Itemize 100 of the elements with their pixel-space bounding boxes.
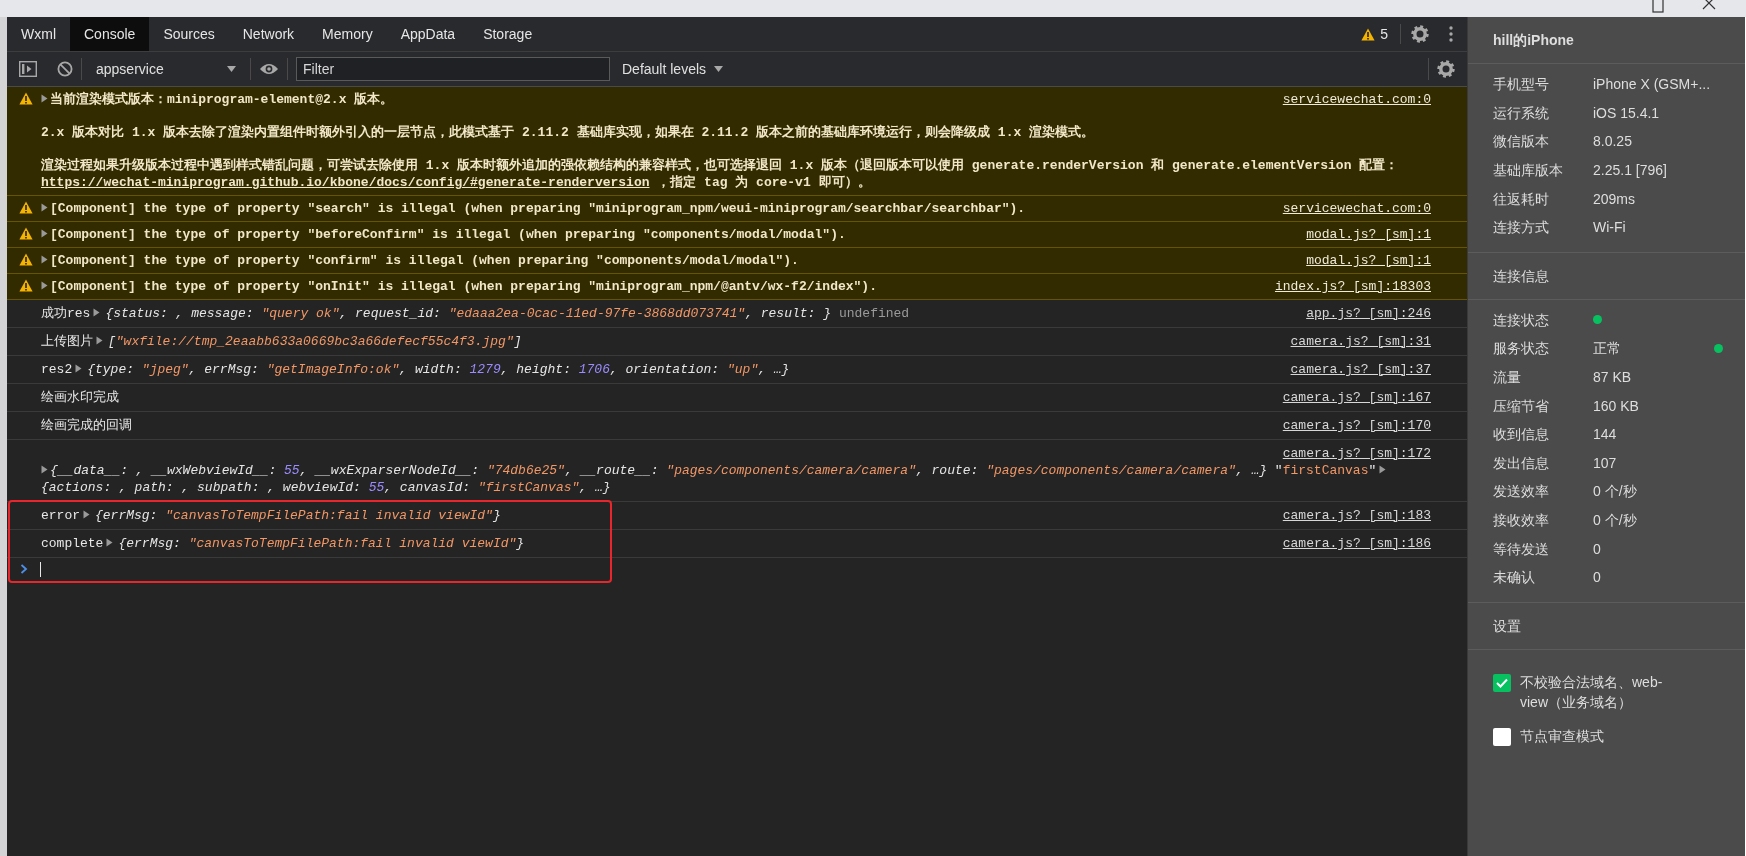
info-value: Wi-Fi	[1593, 218, 1626, 237]
source-link[interactable]: camera.js? [sm]:186	[1282, 535, 1431, 552]
option-label: 不校验合法域名、web-view（业务域名）	[1520, 672, 1664, 712]
message-text: 成功res	[41, 305, 91, 322]
source-link[interactable]: app.js? [sm]:246	[1306, 305, 1431, 322]
info-value: 209ms	[1593, 189, 1636, 208]
message-text: 当前渲染模式版本：miniprogram-element@2.x 版本。	[50, 91, 394, 108]
expand-arrow-icon[interactable]	[96, 336, 103, 346]
info-value: 0 个/秒	[1593, 511, 1637, 529]
expand-arrow-icon[interactable]	[83, 510, 90, 520]
expand-arrow-icon[interactable]	[41, 203, 48, 213]
info-value: 0	[1593, 568, 1601, 587]
info-label: 连接状态	[1493, 310, 1550, 329]
source-link[interactable]: camera.js? [sm]:172	[1282, 445, 1431, 462]
info-label: 发送效率	[1493, 482, 1550, 501]
info-label: 压缩节省	[1493, 396, 1550, 415]
warning-count: 5	[1380, 26, 1388, 42]
checkmark-icon	[1496, 677, 1508, 688]
tab[interactable]: Memory	[308, 17, 387, 51]
info-value: 8.0.25	[1593, 132, 1632, 151]
expand-arrow-icon[interactable]	[106, 538, 114, 548]
text-cursor	[40, 561, 41, 577]
expand-arrow-icon[interactable]	[75, 364, 83, 374]
message-text: [Component] the type of property "onInit" is illegal (when preparing "miniprogram_npm/@antv/wx-f2/index").	[50, 278, 877, 295]
filter-field[interactable]: Filter	[296, 57, 610, 81]
message-text: {errMsg: "canvasToTempFilePath:fail invalid viewId"}	[118, 535, 525, 552]
message-text: {actions: , path: , subpath: , webviewId: 55, canvasId: "firstCanvas", …}	[41, 479, 611, 496]
message-text: res2	[41, 361, 73, 378]
source-link[interactable]: camera.js? [sm]:37	[1290, 361, 1431, 378]
more-icon[interactable]	[1449, 26, 1453, 42]
info-value: iPhone X (GSM+...	[1593, 75, 1711, 94]
info-label: 发出信息	[1493, 453, 1550, 472]
expand-arrow-icon[interactable]	[41, 229, 48, 239]
expand-arrow-icon[interactable]	[1379, 465, 1387, 475]
message-text: 2.x 版本对比 1.x 版本去除了渲染内置组件时额外引入的一层节点，此模式基于 2.11.2 基础库实现，如果在 2.11.2 版本之前的基础库环境运行，则会降级成 1.x 渲染模式。	[41, 124, 1095, 141]
info-value: 107	[1593, 453, 1617, 472]
source-link[interactable]: servicewechat.com:0	[1282, 91, 1431, 108]
tab[interactable]: Network	[228, 17, 309, 51]
checkbox[interactable]	[1493, 673, 1511, 692]
message-text: 绘画完成的回调	[41, 417, 132, 434]
message-text: error	[41, 507, 80, 524]
info-label: 连接方式	[1493, 218, 1550, 237]
link[interactable]: https://wechat-miniprogram.github.io/kbone/docs/config/#generate-renderversion	[41, 175, 650, 190]
source-link[interactable]: modal.js? [sm]:1	[1306, 252, 1431, 269]
checkbox[interactable]	[1493, 727, 1511, 746]
context-select[interactable]: appservice	[90, 56, 242, 82]
message-text: [Component] the type of property "search" is illegal (when preparing "miniprogram_npm/weui-miniprogram/searchbar/searchbar").	[50, 200, 1026, 217]
tab[interactable]: Console	[70, 17, 150, 51]
tab[interactable]: Wxml	[7, 17, 70, 51]
clear-icon[interactable]	[57, 61, 73, 77]
tab[interactable]: Storage	[469, 17, 547, 51]
info-label: 未确认	[1493, 568, 1536, 587]
info-value: iOS 15.4.1	[1593, 103, 1660, 122]
source-link[interactable]: camera.js? [sm]:167	[1282, 389, 1431, 406]
prompt-chevron-icon	[20, 564, 28, 574]
info-label: 等待发送	[1493, 539, 1550, 558]
expand-arrow-icon[interactable]	[41, 281, 48, 291]
sidebar-toggle-icon[interactable]	[19, 61, 37, 77]
warning-icon	[19, 279, 33, 292]
section-title: 连接信息	[1468, 252, 1745, 300]
warning-icon	[19, 201, 33, 214]
info-label: 基础库版本	[1493, 161, 1564, 180]
source-link[interactable]: camera.js? [sm]:170	[1282, 417, 1431, 434]
settings-icon[interactable]	[1437, 60, 1455, 78]
expand-arrow-icon[interactable]	[41, 255, 48, 265]
message-text: 绘画水印完成	[41, 389, 119, 406]
info-label: 手机型号	[1493, 75, 1550, 94]
info-label: 往返耗时	[1493, 189, 1550, 208]
info-label: 服务状态	[1493, 339, 1550, 358]
expand-arrow-icon[interactable]	[41, 465, 48, 475]
levels-dropdown[interactable]: Default levels	[620, 56, 726, 82]
info-label: 微信版本	[1493, 132, 1550, 151]
info-label: 运行系统	[1493, 103, 1550, 122]
message-text: {__data__: , __wxWebviewId__: 55, __wxExparserNodeId__: "74db6e25", __route__: "pages/components/camera/camera", route: "pages/components/camera/camera", …} "firstCanvas"	[50, 462, 1377, 479]
message-text: {status: , message: "query ok", request_id: "edaaa2ea-0cac-11ed-97fe-3868dd073741", result: } undefined	[105, 305, 910, 322]
info-value: 144	[1593, 425, 1617, 444]
source-link[interactable]: servicewechat.com:0	[1282, 200, 1431, 217]
settings-icon[interactable]	[1411, 25, 1429, 43]
source-link[interactable]: camera.js? [sm]:31	[1290, 333, 1431, 350]
warning-icon	[19, 92, 33, 105]
info-value: 87 KB	[1593, 368, 1632, 387]
source-link[interactable]: index.js? [sm]:18303	[1274, 278, 1431, 295]
source-link[interactable]: modal.js? [sm]:1	[1306, 226, 1431, 243]
warning-icon	[1361, 27, 1376, 41]
source-link[interactable]: camera.js? [sm]:183	[1282, 507, 1431, 524]
message-text: complete	[41, 535, 104, 552]
message-text: [Component] the type of property "confirm" is illegal (when preparing "components/modal/modal").	[50, 252, 799, 269]
message-text: [Component] the type of property "beforeConfirm" is illegal (when preparing "components/modal/modal").	[50, 226, 846, 243]
eye-icon[interactable]	[259, 62, 279, 76]
expand-arrow-icon[interactable]	[93, 308, 101, 318]
expand-arrow-icon[interactable]	[41, 94, 48, 104]
message-text: ["wxfile://tmp_2eaabb633a0669bc3a66defecf55c4f3.jpg"]	[108, 333, 522, 350]
message-text: {type: "jpeg", errMsg: "getImageInfo:ok", width: 1279, height: 1706, orientation: "up", …}	[87, 361, 790, 378]
info-value: 0	[1593, 539, 1601, 558]
tab[interactable]: Sources	[149, 17, 229, 51]
tab[interactable]: AppData	[386, 17, 470, 51]
warning-icon	[19, 253, 33, 266]
caret-icon	[227, 66, 236, 72]
section-title: 设置	[1468, 602, 1745, 650]
warning-icon	[19, 227, 33, 240]
